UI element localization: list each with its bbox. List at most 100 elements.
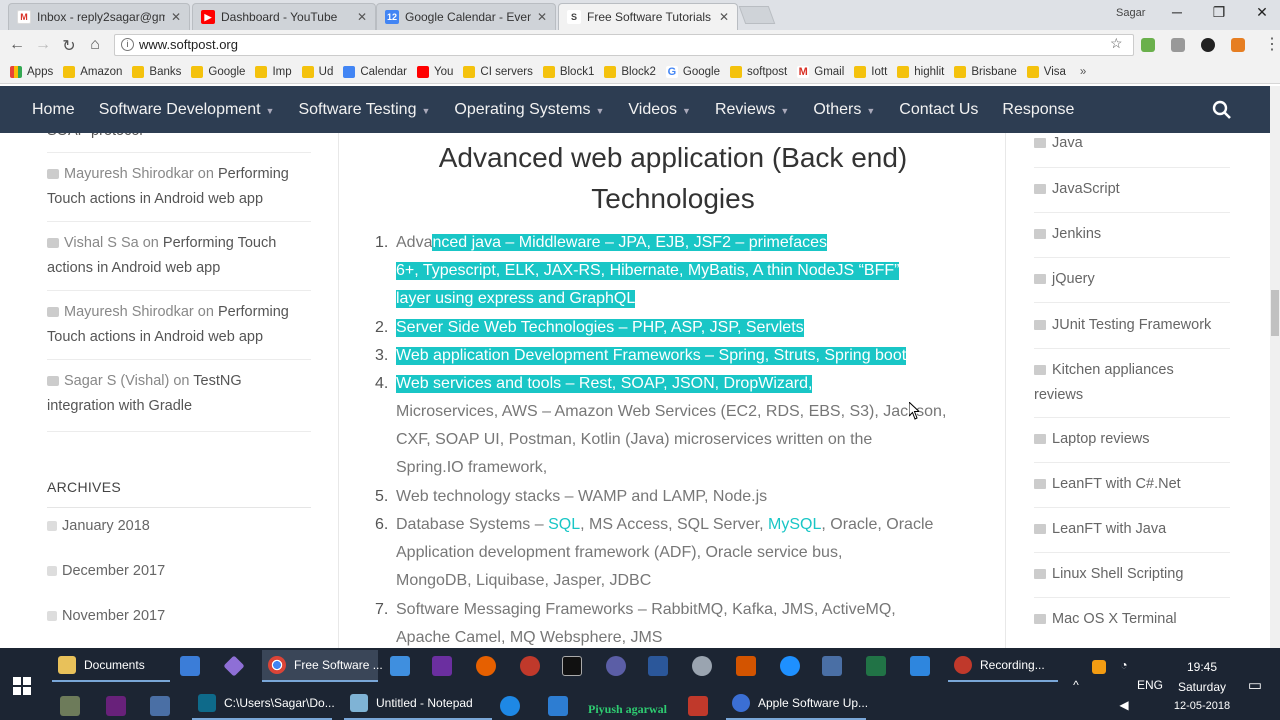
word-icon[interactable] [648,656,668,676]
category-link[interactable]: Laptop reviews [1034,427,1234,452]
comment-partial[interactable]: SOAP protocol [47,133,307,144]
category-link[interactable]: JUnit Testing Framework [1034,313,1234,338]
info-icon[interactable]: i [121,38,134,51]
more-bookmarks-icon[interactable]: » [1080,66,1086,78]
taskbar-chrome[interactable]: Free Software ... [262,650,383,682]
tray-app-icon[interactable] [1092,660,1106,674]
close-window-icon[interactable]: ✕ [1247,4,1277,21]
menu-kebab-icon[interactable]: ⋮ [1262,34,1280,54]
close-icon[interactable]: ✕ [357,10,367,24]
home-icon[interactable]: ⌂ [85,36,105,54]
app-icon[interactable] [60,696,80,716]
app-icon[interactable] [822,656,842,676]
app-icon[interactable] [910,656,930,676]
category-link[interactable]: Kitchen appliances reviews [1034,358,1234,408]
address-bar[interactable]: i www.softpost.org [114,34,1134,56]
bookmark-folder[interactable]: Imp [255,65,292,78]
tab-gmail[interactable]: M Inbox - reply2sagar@gm ✕ [8,3,190,30]
app-icon[interactable] [223,655,245,677]
internet-explorer-icon[interactable] [780,656,800,676]
app-icon[interactable] [548,696,568,716]
bookmark-calendar[interactable]: Calendar [343,65,407,78]
bookmark-folder[interactable]: Visa [1026,65,1066,78]
search-icon[interactable] [1212,100,1232,120]
new-tab-button[interactable] [738,6,776,24]
bookmark-folder[interactable]: Brisbane [954,65,1017,78]
close-icon[interactable]: ✕ [537,10,547,24]
page-scrollbar[interactable] [1270,86,1280,648]
nav-reviews[interactable]: Reviews ▼ [703,101,801,119]
calculator-icon[interactable] [180,656,200,676]
tab-calendar[interactable]: 12 Google Calendar - Event ✕ [376,3,556,30]
minimize-icon[interactable]: ─ [1162,4,1192,20]
app-icon[interactable] [390,656,410,676]
bookmark-folder[interactable]: Amazon [63,65,122,78]
windows-start-icon[interactable] [13,677,31,695]
bookmark-folder[interactable]: Banks [132,65,181,78]
excel-icon[interactable] [866,656,886,676]
nav-software-development[interactable]: Software Development ▼ [87,101,287,119]
bookmark-folder[interactable]: highlit [897,65,944,78]
app-icon[interactable] [150,696,170,716]
taskbar-cmd[interactable]: C:\Users\Sagar\Do... [192,688,335,720]
bookmark-google[interactable]: G Google [665,65,720,78]
eye-extension-icon[interactable] [1201,38,1215,52]
profile-name[interactable]: Sagar [1116,7,1145,19]
app-icon[interactable] [500,696,520,716]
bookmark-folder[interactable]: Block2 [604,65,656,78]
taskbar-documents[interactable]: Documents [52,650,170,682]
sql-link[interactable]: SQL [548,516,580,533]
extension-icon[interactable] [1231,38,1245,52]
language-indicator[interactable]: ENG [1136,678,1164,692]
close-icon[interactable]: ✕ [171,10,181,24]
visual-studio-icon[interactable] [106,696,126,716]
bookmark-apps[interactable]: Apps [10,65,53,78]
mysql-link[interactable]: MySQL [768,516,821,533]
archive-link[interactable]: November 2017 [47,608,165,624]
tray-expand-icon[interactable]: ^ [1068,678,1084,692]
bookmark-youtube[interactable]: You [417,65,453,78]
clock-date[interactable]: 12-05-2018 [1168,700,1236,712]
settings-gear-icon[interactable] [692,656,712,676]
app-icon[interactable] [736,656,756,676]
taskbar-notepad[interactable]: Untitled - Notepad [344,688,492,720]
notifications-icon[interactable]: ▭ [1244,676,1266,694]
nav-home[interactable]: Home [0,101,87,119]
drive-extension-icon[interactable] [1141,38,1155,52]
category-link[interactable]: LeanFT with C#.Net [1034,472,1234,497]
app-icon[interactable] [688,696,708,716]
reload-icon[interactable]: ↻ [59,36,79,56]
app-icon[interactable] [520,656,540,676]
bookmark-folder[interactable]: Iott [854,65,887,78]
forward-icon[interactable]: → [33,36,53,54]
clock-day[interactable]: Saturday [1172,680,1232,694]
bookmark-gmail[interactable]: M Gmail [797,65,844,78]
tab-youtube[interactable]: ▶ Dashboard - YouTube ✕ [192,3,376,30]
category-link[interactable]: Jenkins [1034,222,1234,247]
nav-response[interactable]: Response [990,101,1086,119]
category-link[interactable]: Mac OS X Terminal [1034,607,1234,632]
terminal-icon[interactable] [562,656,582,676]
clock-time[interactable]: 19:45 [1172,660,1232,674]
taskbar-recording[interactable]: Recording... [948,650,1058,682]
wifi-icon[interactable]: ◔ [1114,658,1134,672]
taskbar-apple-update[interactable]: Apple Software Up... [726,688,868,720]
archive-link[interactable]: January 2018 [47,518,150,534]
archive-link[interactable]: December 2017 [47,563,165,579]
close-icon[interactable]: ✕ [719,10,729,24]
restore-icon[interactable]: ❐ [1204,4,1234,21]
category-link[interactable]: Java [1034,133,1234,156]
nav-others[interactable]: Others ▼ [801,101,887,119]
nav-operating-systems[interactable]: Operating Systems ▼ [442,101,616,119]
firefox-icon[interactable] [476,656,496,676]
category-link[interactable]: LeanFT with Java [1034,517,1234,542]
bookmark-star-icon[interactable]: ☆ [1110,35,1123,52]
app-icon[interactable] [432,656,452,676]
bookmark-folder[interactable]: softpost [729,65,787,78]
nav-software-testing[interactable]: Software Testing ▼ [286,101,442,119]
nav-contact-us[interactable]: Contact Us [887,101,990,119]
bookmark-folder[interactable]: Google [191,65,245,78]
category-link[interactable]: JavaScript [1034,177,1234,202]
nav-videos[interactable]: Videos ▼ [616,101,703,119]
speaker-icon[interactable]: ◀ [1114,698,1134,712]
